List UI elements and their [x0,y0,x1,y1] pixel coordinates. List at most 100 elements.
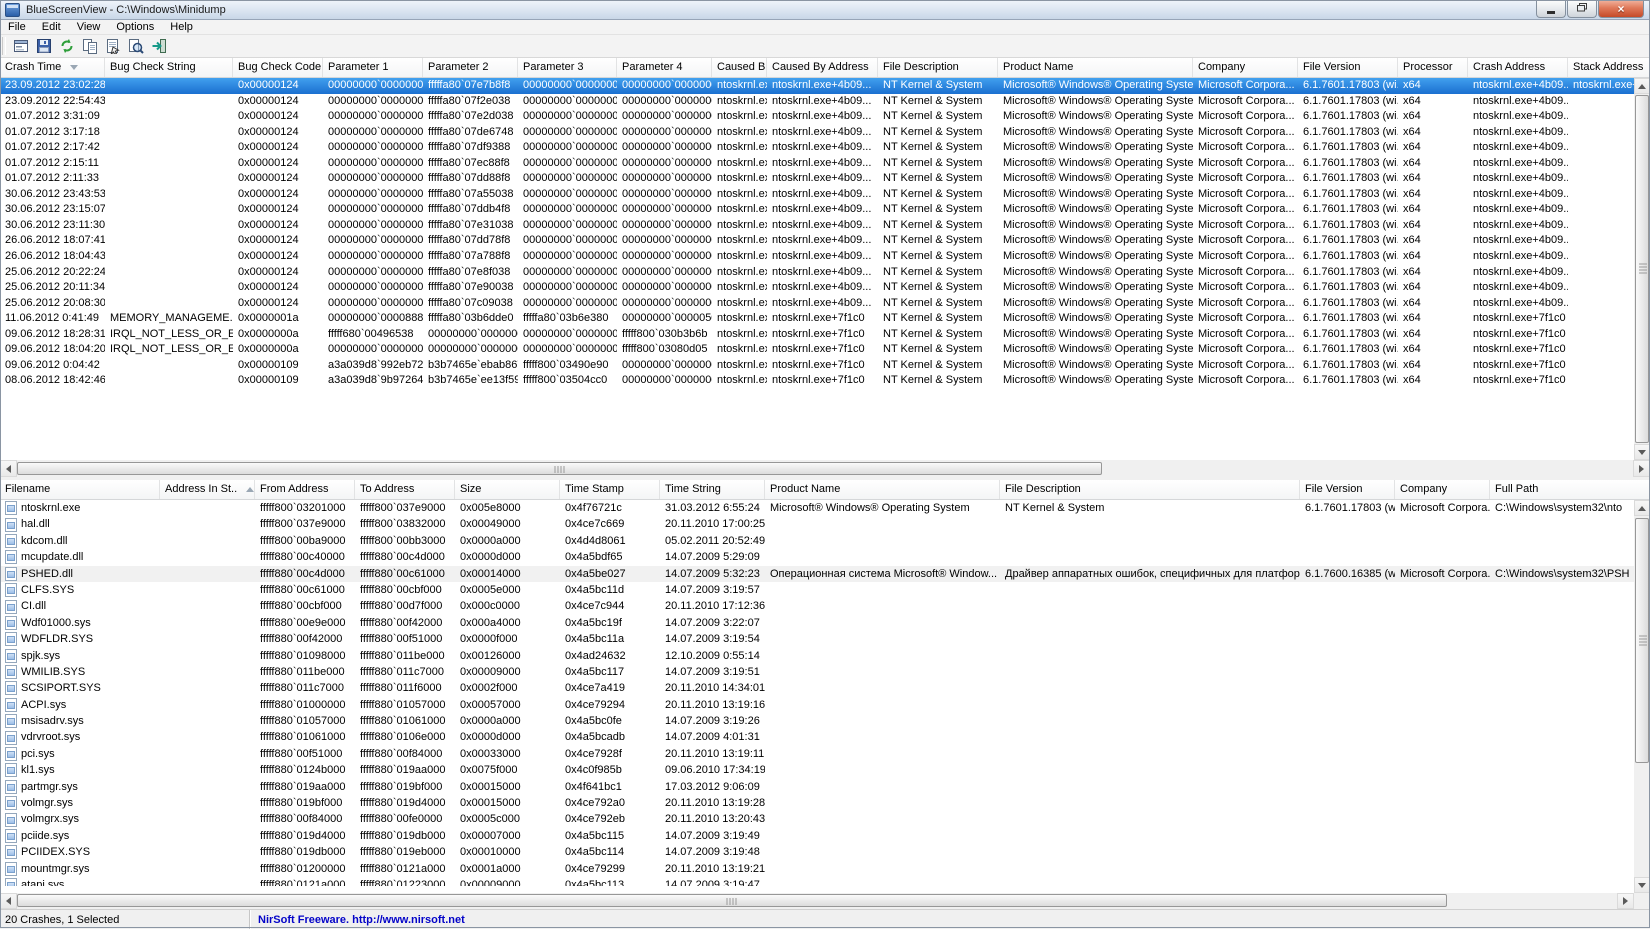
module-row[interactable]: ntoskrnl.exefffff800`03201000fffff800`03… [0,500,1650,516]
column-header-bug_check_code[interactable]: Bug Check Code [233,58,323,77]
advanced-options-button[interactable] [9,36,32,57]
find-button[interactable] [124,36,147,57]
column-header-file_version[interactable]: File Version [1298,58,1398,77]
scroll-left-button[interactable] [0,460,17,477]
exit-button[interactable] [147,36,170,57]
module-row[interactable]: WDFLDR.SYSfffff880`00f42000fffff880`00f5… [0,631,1650,647]
module-row[interactable]: partmgr.sysfffff880`019aa000fffff880`019… [0,779,1650,795]
module-row[interactable]: pciide.sysfffff880`019d4000fffff880`019d… [0,828,1650,844]
crash-row[interactable]: 25.06.2012 20:08:300x0000012400000000`00… [0,296,1650,312]
module-row[interactable]: mountmgr.sysfffff880`01200000fffff880`01… [0,861,1650,877]
module-row[interactable]: atapi.sysfffff880`0121a000fffff880`01223… [0,877,1650,886]
crash-row[interactable]: 30.06.2012 23:43:530x0000012400000000`00… [0,187,1650,203]
crash-row[interactable]: 01.07.2012 3:31:090x0000012400000000`000… [0,109,1650,125]
crash-row[interactable]: 01.07.2012 2:17:420x0000012400000000`000… [0,140,1650,156]
nirsoft-link[interactable]: NirSoft Freeware. http://www.nirsoft.net [258,914,465,926]
scroll-right-button[interactable] [1633,460,1650,477]
column-header-caused_by_driver[interactable]: Caused B... [712,58,767,77]
module-row[interactable]: pci.sysfffff880`00f51000fffff880`00f8400… [0,746,1650,762]
column-header-processor[interactable]: Processor [1398,58,1468,77]
column-header-parameter_2[interactable]: Parameter 2 [423,58,518,77]
crash-row[interactable]: 25.06.2012 20:22:240x0000012400000000`00… [0,265,1650,281]
column-header-file_description[interactable]: File Description [1000,480,1300,499]
scroll-up-button[interactable] [1634,78,1650,94]
column-header-from_address[interactable]: From Address [255,480,355,499]
upper-horizontal-scrollbar[interactable] [0,460,1650,477]
crash-row[interactable]: 11.06.2012 0:41:49MEMORY_MANAGEME...0x00… [0,311,1650,327]
module-row[interactable]: volmgr.sysfffff880`019bf000fffff880`019d… [0,795,1650,811]
column-header-stack_address[interactable]: Stack Address [1568,58,1650,77]
menu-options[interactable]: Options [108,20,162,34]
refresh-button[interactable] [55,36,78,57]
scroll-up-button[interactable] [1634,500,1650,516]
column-header-parameter_1[interactable]: Parameter 1 [323,58,423,77]
module-row[interactable]: PSHED.dllfffff880`00c4d000fffff880`00c61… [0,566,1650,582]
minimize-button[interactable] [1536,0,1566,18]
save-button[interactable] [32,36,55,57]
crash-row[interactable]: 09.06.2012 18:28:31IRQL_NOT_LESS_OR_EQ..… [0,327,1650,343]
column-header-size[interactable]: Size [455,480,560,499]
column-header-parameter_4[interactable]: Parameter 4 [617,58,712,77]
module-row[interactable]: Wdf01000.sysfffff880`00e9e000fffff880`00… [0,615,1650,631]
column-header-full_path[interactable]: Full Path [1490,480,1650,499]
scroll-thumb[interactable] [1635,95,1649,443]
crash-row[interactable]: 09.06.2012 18:04:20IRQL_NOT_LESS_OR_EQ..… [0,342,1650,358]
column-header-file_version[interactable]: File Version [1300,480,1395,499]
menu-file[interactable]: File [0,20,34,34]
module-row[interactable]: msisadrv.sysfffff880`01057000fffff880`01… [0,713,1650,729]
module-row[interactable]: CI.dllfffff880`00cbf000fffff880`00d7f000… [0,598,1650,614]
crash-row[interactable]: 01.07.2012 2:15:110x0000012400000000`000… [0,156,1650,172]
module-row[interactable]: CLFS.SYSfffff880`00c61000fffff880`00cbf0… [0,582,1650,598]
column-header-company[interactable]: Company [1193,58,1298,77]
column-header-filename[interactable]: Filename [0,480,160,499]
crash-row[interactable]: 23.09.2012 22:54:430x0000012400000000`00… [0,94,1650,110]
module-row[interactable]: vdrvroot.sysfffff880`01061000fffff880`01… [0,729,1650,745]
module-row[interactable]: mcupdate.dllfffff880`00c40000fffff880`00… [0,549,1650,565]
column-header-caused_by_address[interactable]: Caused By Address [767,58,878,77]
column-header-crash_time[interactable]: Crash Time [0,58,105,77]
module-row[interactable]: kl1.sysfffff880`0124b000fffff880`019aa00… [0,762,1650,778]
module-row[interactable]: PCIIDEX.SYSfffff880`019db000fffff880`019… [0,844,1650,860]
module-row[interactable]: SCSIPORT.SYSfffff880`011c7000fffff880`01… [0,680,1650,696]
copy-button[interactable] [78,36,101,57]
column-header-product_name[interactable]: Product Name [998,58,1193,77]
upper-vertical-scrollbar[interactable] [1634,78,1650,460]
crash-row[interactable]: 26.06.2012 18:07:410x0000012400000000`00… [0,233,1650,249]
column-header-time_stamp[interactable]: Time Stamp [560,480,660,499]
lower-horizontal-scrollbar[interactable] [0,893,1634,909]
close-button[interactable]: × [1598,0,1644,18]
scroll-thumb[interactable] [1635,518,1649,763]
properties-button[interactable] [101,36,124,57]
scroll-left-button[interactable] [0,893,17,909]
crash-row[interactable]: 01.07.2012 3:17:180x0000012400000000`000… [0,125,1650,141]
scroll-down-button[interactable] [1634,877,1650,893]
menu-edit[interactable]: Edit [34,20,69,34]
crash-row[interactable]: 30.06.2012 23:11:300x0000012400000000`00… [0,218,1650,234]
module-row[interactable]: WMILIB.SYSfffff880`011be000fffff880`011c… [0,664,1650,680]
column-header-time_string[interactable]: Time String [660,480,765,499]
crash-row[interactable]: 09.06.2012 0:04:420x00000109a3a039d8`992… [0,358,1650,374]
menu-view[interactable]: View [69,20,109,34]
scroll-thumb[interactable] [17,462,1102,475]
column-header-parameter_3[interactable]: Parameter 3 [518,58,617,77]
module-row[interactable]: ACPI.sysfffff880`01000000fffff880`010570… [0,697,1650,713]
column-header-company[interactable]: Company [1395,480,1490,499]
crash-row[interactable]: 30.06.2012 23:15:070x0000012400000000`00… [0,202,1650,218]
scroll-thumb[interactable] [17,894,1447,907]
menu-help[interactable]: Help [162,20,201,34]
column-header-bug_check_string[interactable]: Bug Check String [105,58,233,77]
column-header-product_name[interactable]: Product Name [765,480,1000,499]
crash-row[interactable]: 25.06.2012 20:11:340x0000012400000000`00… [0,280,1650,296]
crash-row[interactable]: 23.09.2012 23:02:280x0000012400000000`00… [0,78,1650,94]
column-header-address_in_stack[interactable]: Address In St... [160,480,255,499]
column-header-file_description[interactable]: File Description [878,58,998,77]
column-header-to_address[interactable]: To Address [355,480,455,499]
scroll-down-button[interactable] [1634,444,1650,460]
lower-vertical-scrollbar[interactable] [1634,500,1650,893]
crash-row[interactable]: 08.06.2012 18:42:460x00000109a3a039d8`9b… [0,373,1650,389]
module-row[interactable]: volmgrx.sysfffff880`00f84000fffff880`00f… [0,811,1650,827]
module-row[interactable]: kdcom.dllfffff800`00ba9000fffff800`00bb3… [0,533,1650,549]
crash-row[interactable]: 26.06.2012 18:04:430x0000012400000000`00… [0,249,1650,265]
module-row[interactable]: spjk.sysfffff880`01098000fffff880`011be0… [0,648,1650,664]
column-header-crash_address[interactable]: Crash Address [1468,58,1568,77]
